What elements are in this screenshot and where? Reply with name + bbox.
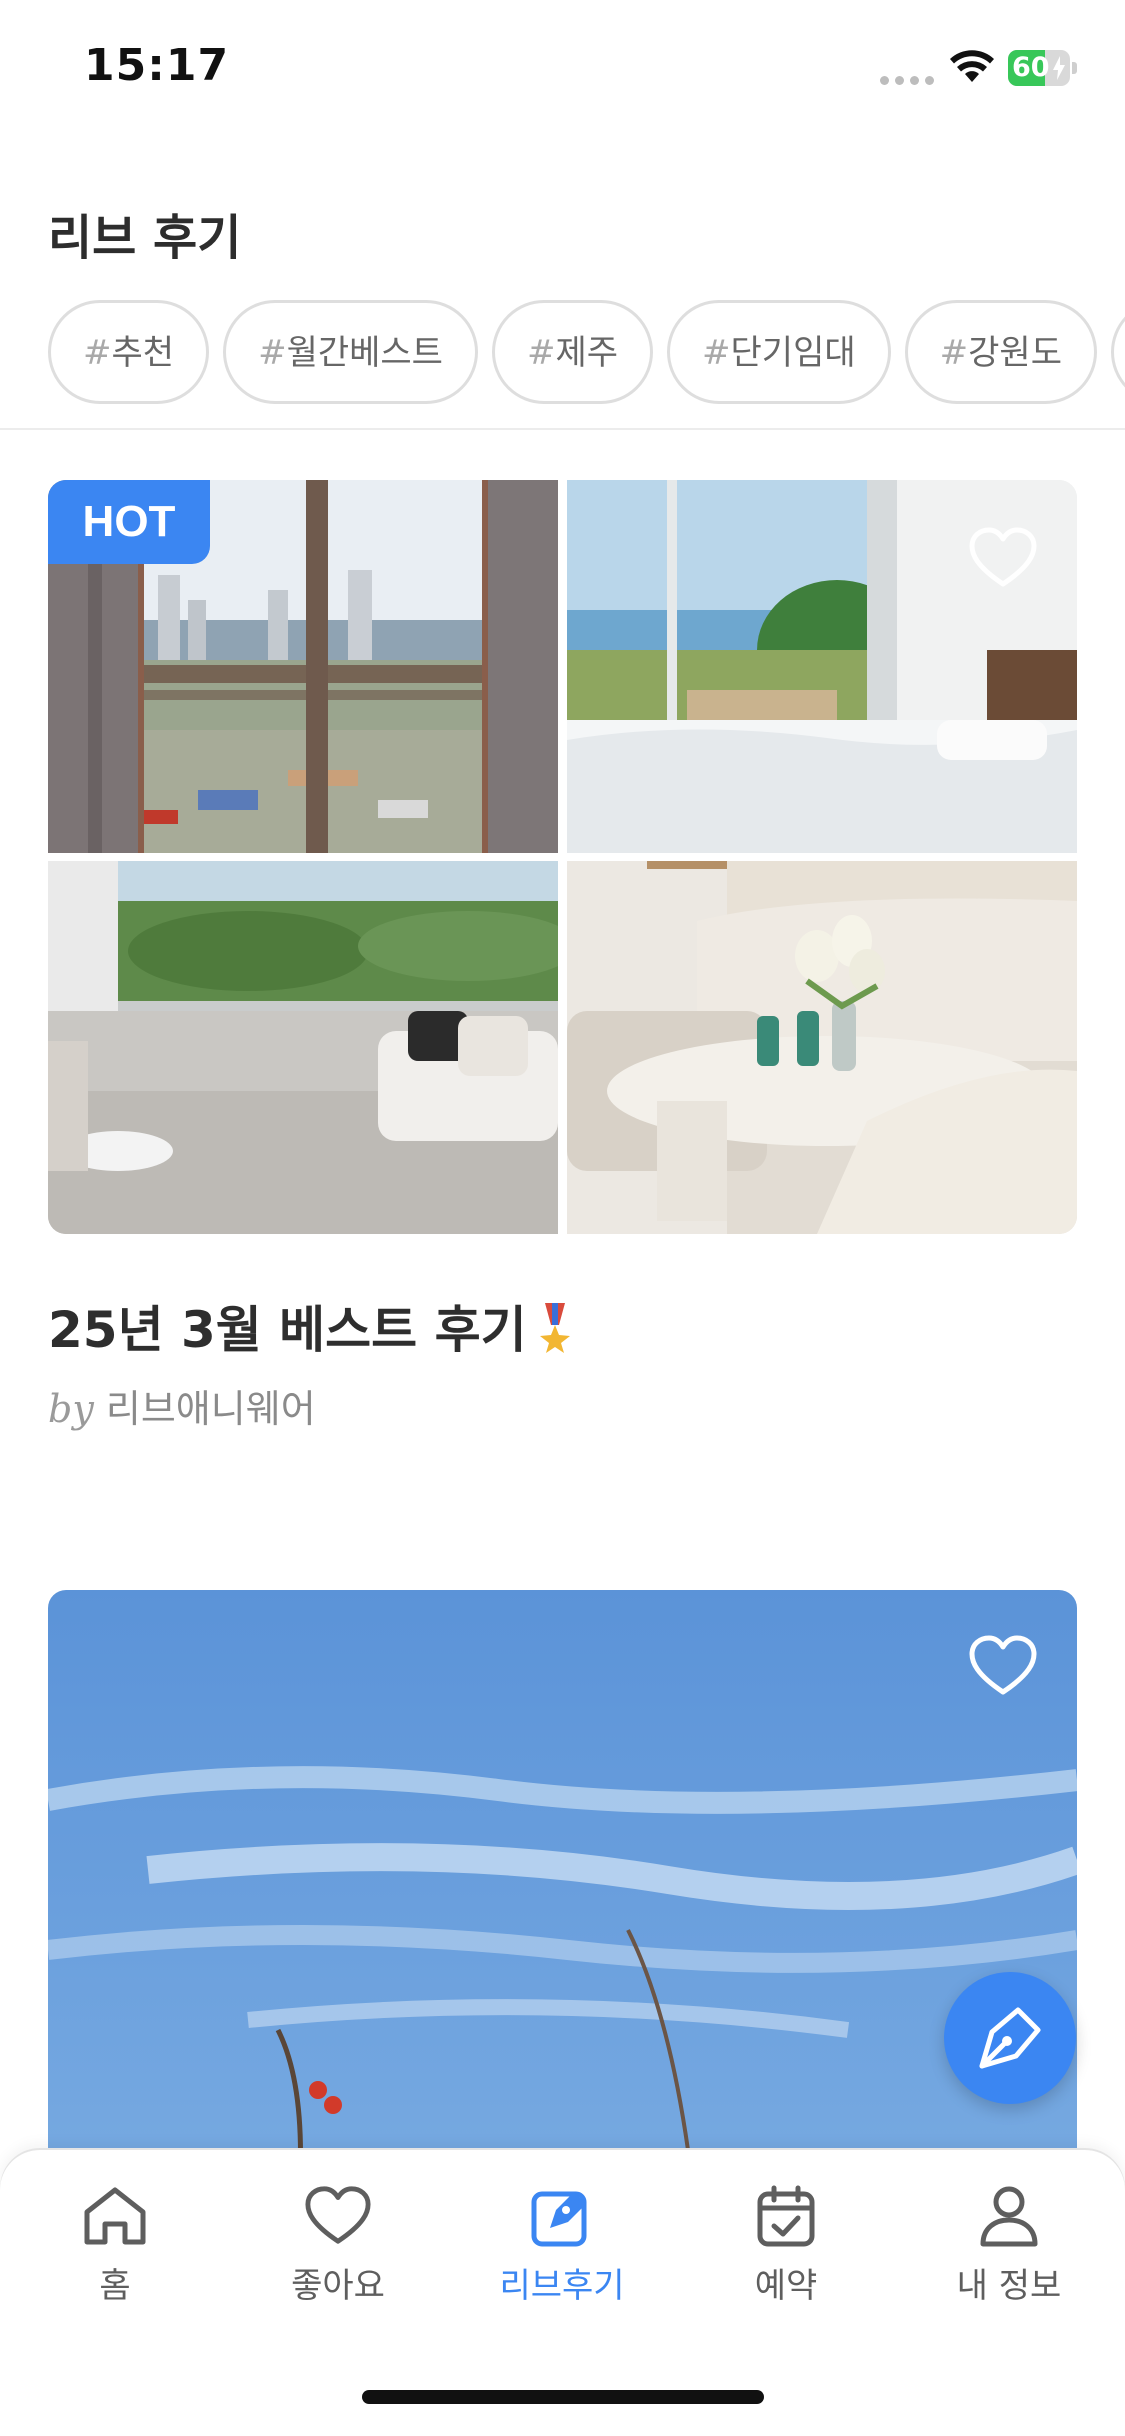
tab-label: 내 정보 xyxy=(956,2266,1062,2306)
tab-label: 리브후기 xyxy=(499,2266,625,2306)
tab-reservations[interactable]: 예약 xyxy=(686,2184,886,2307)
heart-icon xyxy=(305,2186,371,2244)
tab-reviews[interactable]: 리브후기 xyxy=(462,2184,662,2307)
status-bar: 15:17 60 xyxy=(0,0,1125,130)
review-card-author: by 리브애니웨어 xyxy=(48,1387,316,1431)
home-indicator xyxy=(362,2390,764,2404)
tag-label: 월간베스트 xyxy=(286,333,443,373)
tab-likes[interactable]: 좋아요 xyxy=(238,2184,438,2307)
tag-chip-more[interactable]: #시 xyxy=(1111,300,1125,404)
review-title-text: 25년 3월 베스트 후기 xyxy=(48,1301,527,1359)
person-icon xyxy=(980,2186,1038,2247)
header-divider xyxy=(0,428,1125,430)
hot-badge: HOT xyxy=(48,480,210,564)
tag-label: 강원도 xyxy=(968,333,1062,373)
tag-label: 추천 xyxy=(111,333,175,373)
tag-filter-row: #추천#월간베스트#제주#단기임대#강원도#시 xyxy=(48,300,1125,410)
tab-label: 좋아요 xyxy=(291,2266,385,2306)
cellular-signal-icon xyxy=(880,76,934,86)
tag-chip-monthly-best[interactable]: #월간베스트 xyxy=(223,300,478,404)
medal-icon xyxy=(539,1303,570,1353)
calendar-check-icon xyxy=(757,2185,815,2247)
like-heart-icon[interactable] xyxy=(968,526,1038,590)
tag-label: 제주 xyxy=(555,333,619,373)
tag-chip-short-term-rental[interactable]: #단기임대 xyxy=(667,300,891,404)
tab-label: 예약 xyxy=(754,2266,818,2306)
like-heart-icon[interactable] xyxy=(968,1634,1038,1698)
tab-label: 홈 xyxy=(99,2266,131,2306)
tag-label: 단기임대 xyxy=(730,333,856,373)
home-icon xyxy=(84,2187,146,2245)
photo-table-tulips xyxy=(567,861,1077,1234)
page-title: 리브 후기 xyxy=(48,210,242,266)
tag-chip-jeju[interactable]: #제주 xyxy=(491,300,654,404)
battery-icon: 60 xyxy=(1008,50,1078,86)
tag-chip-recommend[interactable]: #추천 xyxy=(48,300,210,404)
review-pen-icon xyxy=(531,2191,587,2247)
pen-nib-icon xyxy=(979,2007,1041,2069)
status-time: 15:17 xyxy=(84,40,230,91)
review-photo-grid[interactable]: HOT xyxy=(48,480,1077,1234)
write-review-button[interactable] xyxy=(944,1972,1076,2104)
review-card-title[interactable]: 25년 3월 베스트 후기 xyxy=(48,1290,575,1362)
tab-my-info[interactable]: 내 정보 xyxy=(909,2184,1109,2307)
review-card[interactable]: HOT 25년 3월 베스트 후기 by 리브애니웨어 xyxy=(48,480,1077,1431)
photo-living-room xyxy=(48,861,558,1234)
wifi-icon xyxy=(950,50,994,82)
author-name: 리브애니웨어 xyxy=(105,1387,316,1431)
tab-home[interactable]: 홈 xyxy=(15,2184,215,2307)
tag-chip-gangwon[interactable]: #강원도 xyxy=(904,300,1097,404)
